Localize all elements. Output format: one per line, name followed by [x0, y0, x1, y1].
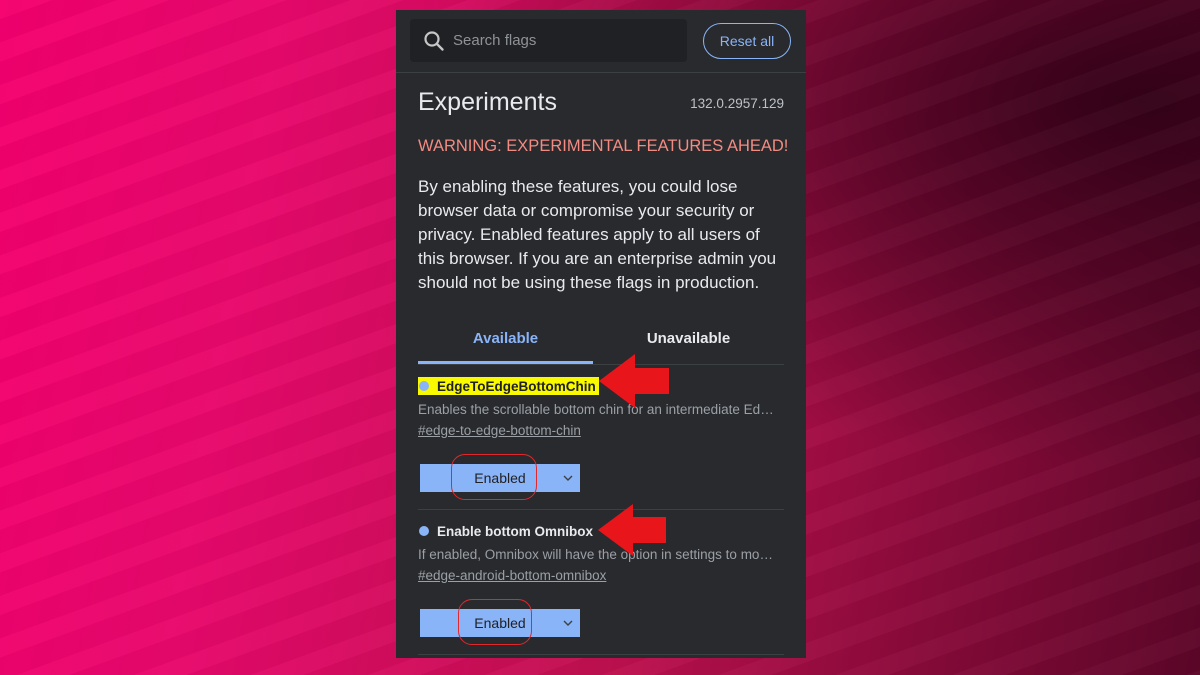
divider	[418, 654, 784, 655]
flag-title-container: Enable bottom Omnibox	[418, 522, 593, 540]
flag-name: Enable bottom Omnibox	[437, 523, 594, 539]
description-text: By enabling these features, you could lo…	[418, 177, 777, 292]
search-input[interactable]	[451, 31, 675, 50]
flag-dot-icon	[419, 526, 429, 536]
tab-available[interactable]: Available	[418, 322, 593, 364]
annotation-arrow-icon	[599, 354, 669, 408]
flag-state-select[interactable]: Enabled	[420, 609, 580, 637]
select-value: Enabled	[474, 615, 526, 631]
select-value: Enabled	[474, 470, 526, 486]
version-label: 132.0.2957.129	[690, 96, 784, 111]
search-icon	[424, 30, 444, 51]
flag-link[interactable]: #edge-android-bottom-omnibox	[418, 568, 606, 583]
chevron-down-icon	[563, 620, 573, 626]
reset-all-button[interactable]: Reset all	[703, 23, 791, 59]
flag-title-container: EdgeToEdgeBottomChin	[418, 377, 599, 395]
flag-link[interactable]: #edge-to-edge-bottom-chin	[418, 423, 581, 438]
flags-page-panel: Reset all Experiments 132.0.2957.129 WAR…	[396, 10, 806, 658]
search-box[interactable]	[410, 19, 687, 62]
top-bar: Reset all	[396, 10, 806, 73]
warning-text: WARNING: EXPERIMENTAL FEATURES AHEAD!	[418, 137, 789, 155]
flag-name: EdgeToEdgeBottomChin	[437, 378, 596, 394]
chevron-down-icon	[563, 475, 573, 481]
annotation-arrow-icon	[598, 504, 666, 556]
flag-state-select[interactable]: Enabled	[420, 464, 580, 492]
page-title: Experiments	[418, 88, 557, 116]
flag-dot-icon	[419, 381, 429, 391]
